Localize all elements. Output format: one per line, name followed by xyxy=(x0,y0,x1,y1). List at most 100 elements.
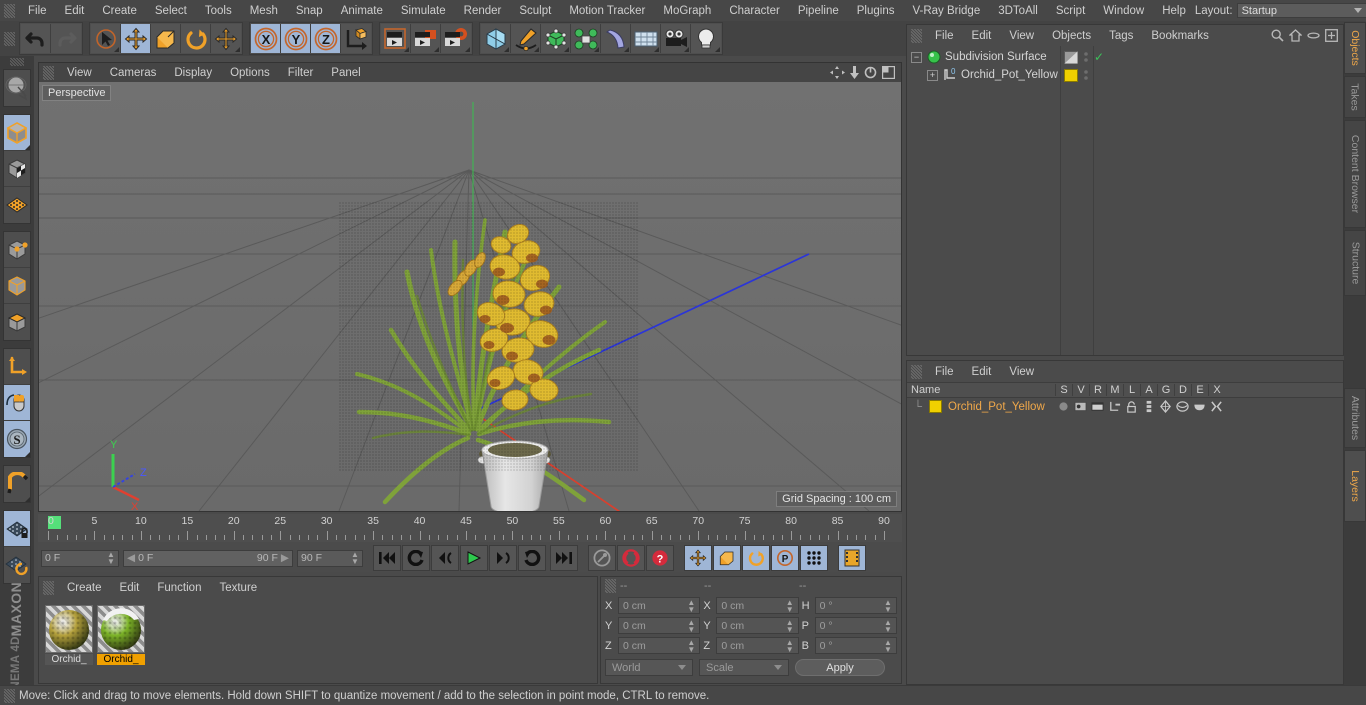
coord-field-rotation[interactable]: 0 ° ▲ ▼ xyxy=(814,637,897,654)
coord-field-size[interactable]: 0 cm ▲ ▼ xyxy=(716,597,799,614)
left-palette-grip-icon[interactable] xyxy=(10,58,24,66)
layer-rows[interactable]: └ Orchid_Pot_Yellow xyxy=(907,398,1343,415)
timeline-ruler-area[interactable]: 0 5 10 15 20 25 30 35 40 45 50 55 60 65 70 75 80 85 90 xyxy=(38,514,902,542)
parameter-key-button[interactable]: P xyxy=(771,545,799,571)
spline-pen-button[interactable] xyxy=(511,24,541,53)
timeline-ruler[interactable]: 0 5 10 15 20 25 30 35 40 45 50 55 60 65 70 75 80 85 90 xyxy=(48,514,902,540)
autokey-button[interactable] xyxy=(617,545,645,571)
menu-script[interactable]: Script xyxy=(1047,0,1094,22)
edges-mode-button[interactable] xyxy=(4,232,30,268)
generator-icon[interactable] xyxy=(1157,400,1174,413)
menu-simulate[interactable]: Simulate xyxy=(392,0,455,22)
object-row[interactable]: +0 Orchid_Pot_Yellow xyxy=(907,66,1343,84)
loop-forward-button[interactable] xyxy=(518,545,546,571)
viewport-solo-button[interactable] xyxy=(4,385,30,421)
tab-structure[interactable]: Structure xyxy=(1344,230,1366,296)
menu-motion-tracker[interactable]: Motion Tracker xyxy=(560,0,654,22)
add-layer-icon[interactable] xyxy=(1325,29,1338,42)
layer-column-R[interactable]: R xyxy=(1089,384,1106,396)
menu-sculpt[interactable]: Sculpt xyxy=(510,0,560,22)
menu-file[interactable]: File xyxy=(19,0,56,22)
move-tool-secondary-button[interactable] xyxy=(211,24,241,53)
visibility-dots-icon[interactable] xyxy=(1083,50,1089,64)
object-menu-file[interactable]: File xyxy=(926,25,963,47)
viewport-maximize-icon[interactable] xyxy=(882,66,895,79)
scale-tool-button[interactable] xyxy=(151,24,181,53)
menu-v-ray-bridge[interactable]: V-Ray Bridge xyxy=(903,0,989,22)
position-key-button[interactable] xyxy=(684,545,712,571)
xref-icon[interactable] xyxy=(1208,400,1225,413)
layer-column-X[interactable]: X xyxy=(1208,384,1225,396)
render-settings-button[interactable] xyxy=(441,24,471,53)
coordinate-system-dropdown[interactable]: World xyxy=(605,659,693,676)
range-left-arrow-icon[interactable]: ◀ xyxy=(127,552,135,564)
max-frame-field[interactable]: 90 F ▲ ▼ xyxy=(297,549,363,567)
layer-column-D[interactable]: D xyxy=(1174,384,1191,396)
polygon-object-icon[interactable]: 0 xyxy=(943,68,957,82)
stepper-icon[interactable]: ▲ ▼ xyxy=(687,618,695,633)
world-object-axis-button[interactable] xyxy=(341,24,371,53)
stepper-icon[interactable]: ▲ ▼ xyxy=(884,638,892,653)
menu-pipeline[interactable]: Pipeline xyxy=(789,0,848,22)
stepper-icon[interactable]: ▲ ▼ xyxy=(107,551,115,566)
material-menu-edit[interactable]: Edit xyxy=(111,577,149,599)
world-axis-button[interactable] xyxy=(4,349,30,385)
stepper-icon[interactable]: ▲ ▼ xyxy=(884,618,892,633)
scale-key-button[interactable] xyxy=(713,545,741,571)
menu-create[interactable]: Create xyxy=(93,0,146,22)
polygon-normal-button[interactable] xyxy=(4,304,30,340)
status-grip-icon[interactable] xyxy=(4,688,15,703)
layer-menu-view[interactable]: View xyxy=(1000,361,1043,383)
material-tag[interactable] xyxy=(1064,68,1078,82)
tab-objects[interactable]: Objects xyxy=(1344,22,1366,74)
viewport-menu-filter[interactable]: Filter xyxy=(279,62,323,84)
axis-y-button[interactable]: Y xyxy=(281,24,311,53)
step-back-button[interactable] xyxy=(431,545,459,571)
toolbar-grip-icon[interactable] xyxy=(4,31,15,46)
object-row[interactable]: − Subdivision Surface ✓ xyxy=(907,48,1343,66)
viewport-menu-panel[interactable]: Panel xyxy=(322,62,369,84)
object-menu-edit[interactable]: Edit xyxy=(963,25,1001,47)
coordinates-grip-icon[interactable] xyxy=(605,579,616,593)
material-item[interactable]: Orchid_ xyxy=(97,605,145,665)
axis-x-button[interactable]: X xyxy=(251,24,281,53)
keyframe-selection-button[interactable]: ? xyxy=(646,545,674,571)
object-menu-view[interactable]: View xyxy=(1000,25,1043,47)
play-reverse-loop-button[interactable] xyxy=(402,545,430,571)
render-icon[interactable] xyxy=(1089,400,1106,413)
go-to-start-button[interactable] xyxy=(373,545,401,571)
scene-floor-button[interactable] xyxy=(631,24,661,53)
layer-column-E[interactable]: E xyxy=(1191,384,1208,396)
step-forward-button[interactable] xyxy=(489,545,517,571)
stepper-icon[interactable]: ▲ ▼ xyxy=(687,598,695,613)
points-mode-button[interactable] xyxy=(4,187,30,223)
menu-character[interactable]: Character xyxy=(720,0,789,22)
manager-icon[interactable] xyxy=(1106,400,1123,413)
snap-enable-button[interactable]: S xyxy=(4,421,30,457)
timeline-view-button[interactable] xyxy=(838,545,866,571)
polygons-mode-button[interactable] xyxy=(4,268,30,304)
frame-range-slider[interactable]: ◀ 0 F 90 F ▶ xyxy=(123,549,293,567)
coord-field-rotation[interactable]: 0 ° ▲ ▼ xyxy=(814,617,897,634)
live-selection-button[interactable] xyxy=(91,24,121,53)
menu-window[interactable]: Window xyxy=(1094,0,1153,22)
object-manager-grip-icon[interactable] xyxy=(911,28,922,43)
layer-column-L[interactable]: L xyxy=(1123,384,1140,396)
layout-select[interactable]: Startup xyxy=(1236,3,1366,18)
make-editable-button[interactable] xyxy=(4,70,30,106)
material-list[interactable]: Orchid_ Orchid_ xyxy=(39,599,597,671)
menu-3dtoall[interactable]: 3DToAll xyxy=(989,0,1047,22)
tab-attributes[interactable]: Attributes xyxy=(1344,388,1366,448)
search-icon[interactable] xyxy=(1271,29,1284,42)
stepper-icon[interactable]: ▲ ▼ xyxy=(884,598,892,613)
menu-snap[interactable]: Snap xyxy=(287,0,332,22)
object-menu-bookmarks[interactable]: Bookmarks xyxy=(1142,25,1218,47)
point-level-anim-button[interactable] xyxy=(800,545,828,571)
layer-column-A[interactable]: A xyxy=(1140,384,1157,396)
visibility-dots-icon[interactable] xyxy=(1083,68,1089,82)
viewport-rotate-icon[interactable] xyxy=(864,66,877,79)
home-icon[interactable] xyxy=(1289,29,1302,42)
rotation-key-button[interactable] xyxy=(742,545,770,571)
layer-column-G[interactable]: G xyxy=(1157,384,1174,396)
viewport-menu-display[interactable]: Display xyxy=(165,62,221,84)
